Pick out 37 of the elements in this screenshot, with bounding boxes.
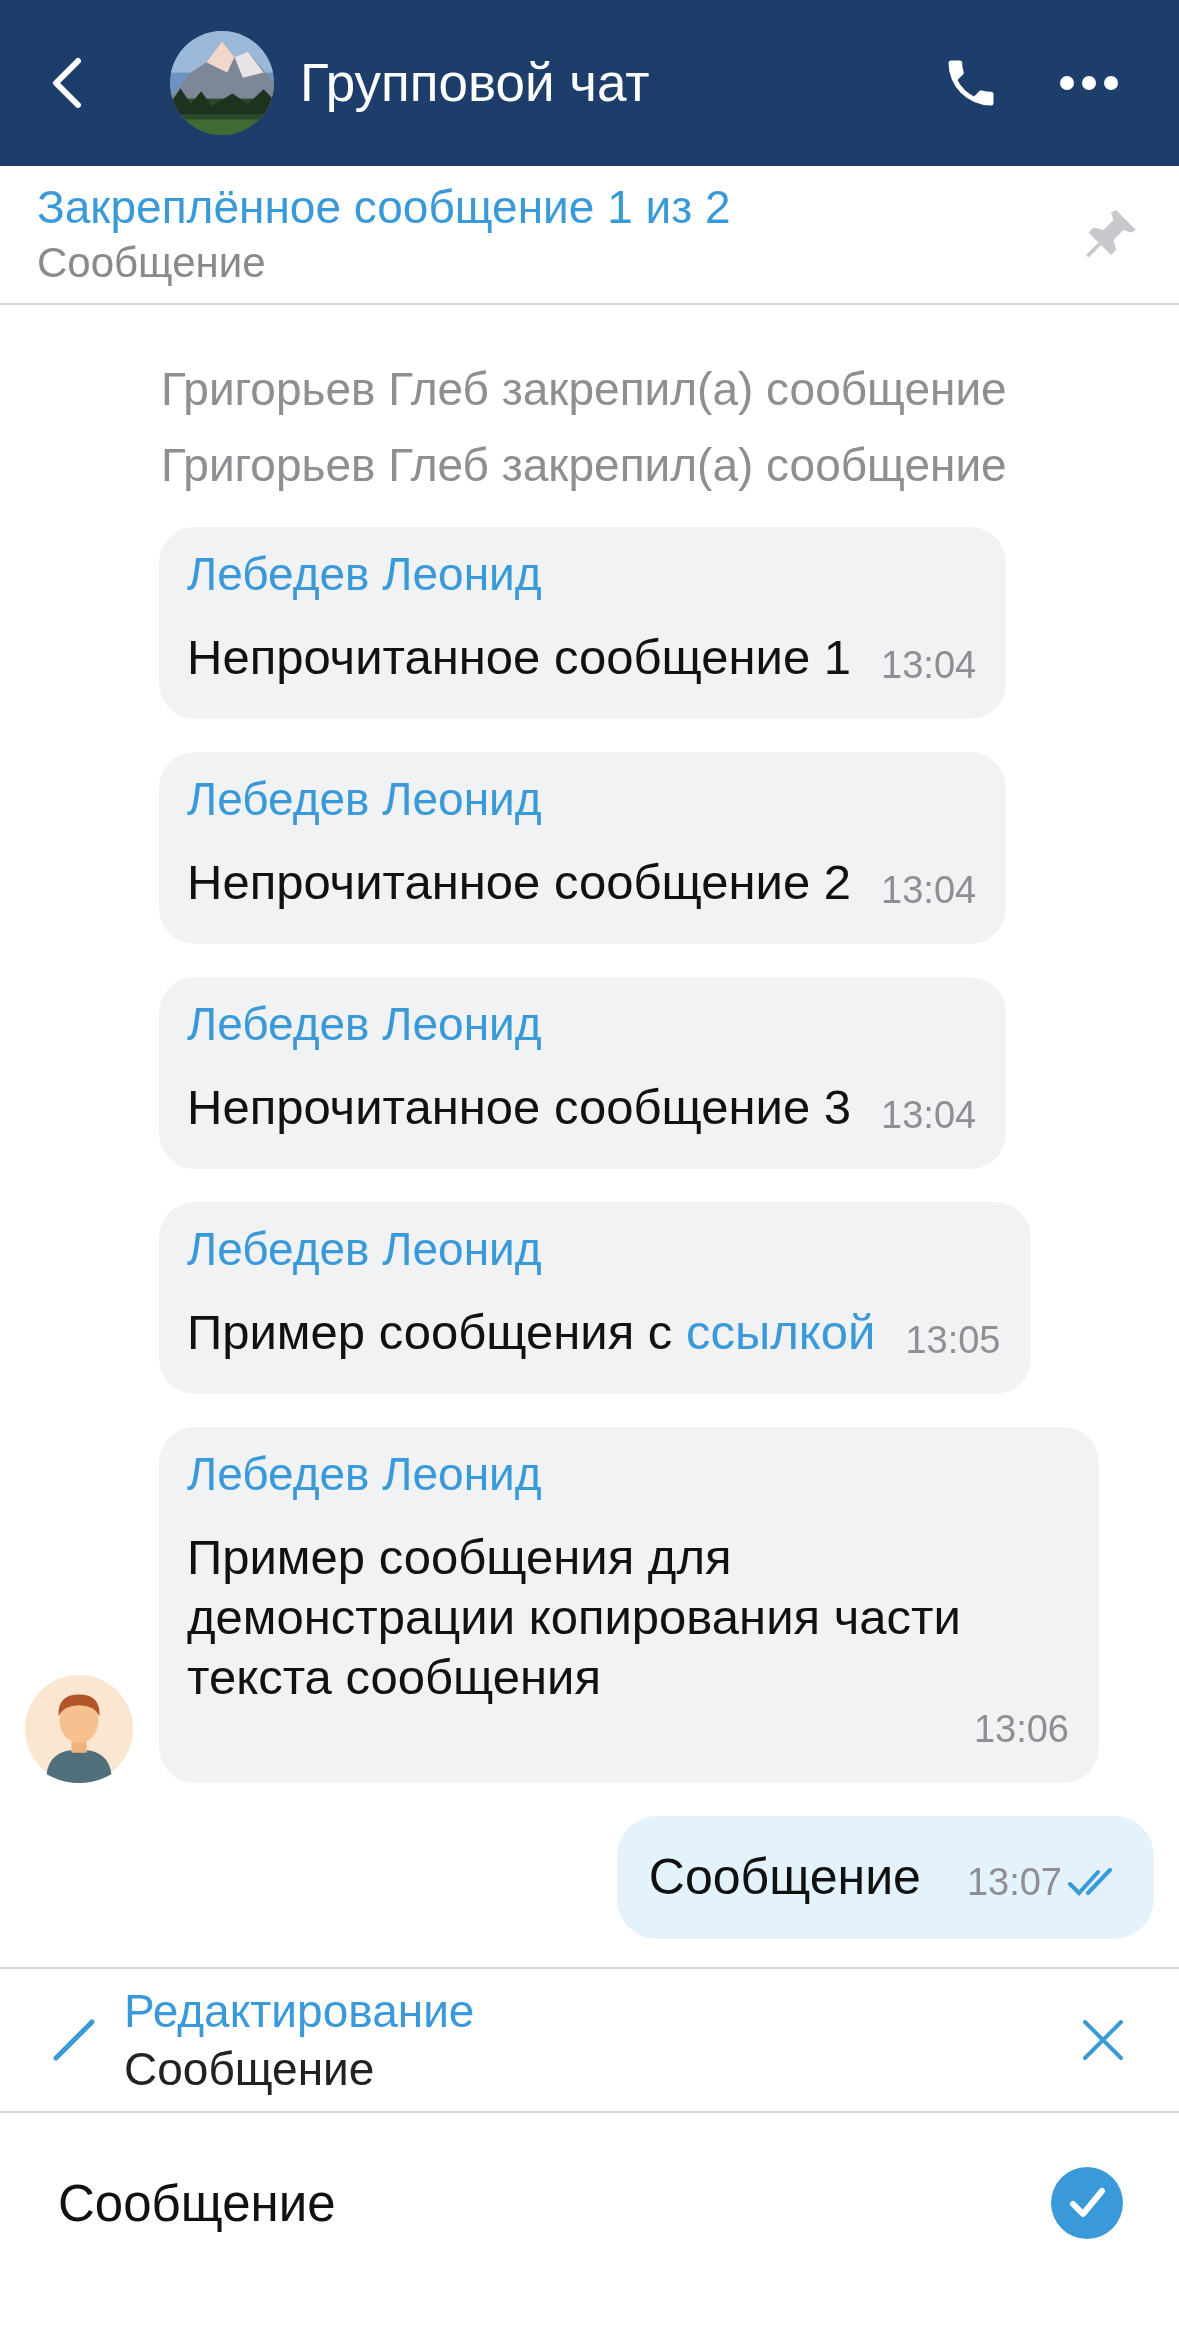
message-text: Пример сообщения для демонстрации копирования части текста сообщения	[187, 1529, 962, 1706]
message-time: 13:04	[881, 643, 977, 687]
send-check-icon[interactable]	[1051, 2167, 1123, 2239]
user-avatar[interactable]	[25, 1675, 133, 1783]
close-icon[interactable]	[1081, 2018, 1125, 2062]
message-bubble[interactable]: Лебедев Леонид Непрочитанное сообщение 1 13:04	[159, 527, 1007, 719]
message-bubble[interactable]: Лебедев Леонид Непрочитанное сообщение 2 13:04	[159, 752, 1007, 944]
message-text: Непрочитанное сообщение 3	[187, 1079, 852, 1136]
sender-name: Лебедев Леонид	[187, 1224, 543, 1274]
sender-name: Лебедев Леонид	[187, 1449, 543, 1499]
edit-title: Редактирование	[124, 1984, 476, 2039]
more-icon[interactable]	[1059, 75, 1119, 91]
message-text: Непрочитанное сообщение 1	[187, 629, 852, 686]
message-text: Пример сообщения с ссылкой	[187, 1304, 876, 1361]
back-icon[interactable]	[50, 57, 82, 109]
message-text: Сообщение	[648, 1848, 921, 1907]
outgoing-bubble[interactable]: Сообщение 13:07	[616, 1816, 1154, 1939]
system-message: Григорьев Глеб закрепил(а) сообщение	[161, 437, 1007, 493]
edit-text: Сообщение	[124, 2042, 376, 2097]
message-bubble[interactable]: Лебедев Леонид Пример сообщения для демонстрации копирования части текста сообщения 13:06	[159, 1427, 1099, 1783]
message-time: 13:07	[966, 1860, 1062, 1905]
message-input[interactable]: Сообщение	[58, 2163, 1051, 2243]
chat-title: Групповой чат	[300, 52, 651, 115]
message-time: 13:05	[905, 1318, 1001, 1362]
sender-name: Лебедев Леонид	[187, 999, 543, 1049]
pinned-text: Сообщение	[37, 237, 267, 288]
message-time: 13:06	[973, 1707, 1069, 1751]
pinned-title: Закреплённое сообщение 1 из 2	[37, 180, 732, 233]
system-message: Григорьев Глеб закрепил(а) сообщение	[161, 361, 1007, 417]
message-text: Непрочитанное сообщение 2	[187, 854, 852, 911]
pencil-icon	[52, 2018, 96, 2062]
message-bubble[interactable]: Лебедев Леонид Пример сообщения с ссылкой 13:05	[159, 1202, 1031, 1394]
sender-name: Лебедев Леонид	[187, 774, 543, 824]
message-time: 13:04	[881, 1093, 977, 1137]
message-time: 13:04	[881, 868, 977, 912]
message-bubble[interactable]: Лебедев Леонид Непрочитанное сообщение 3 13:04	[159, 977, 1007, 1169]
sender-name: Лебедев Леонид	[187, 549, 543, 599]
